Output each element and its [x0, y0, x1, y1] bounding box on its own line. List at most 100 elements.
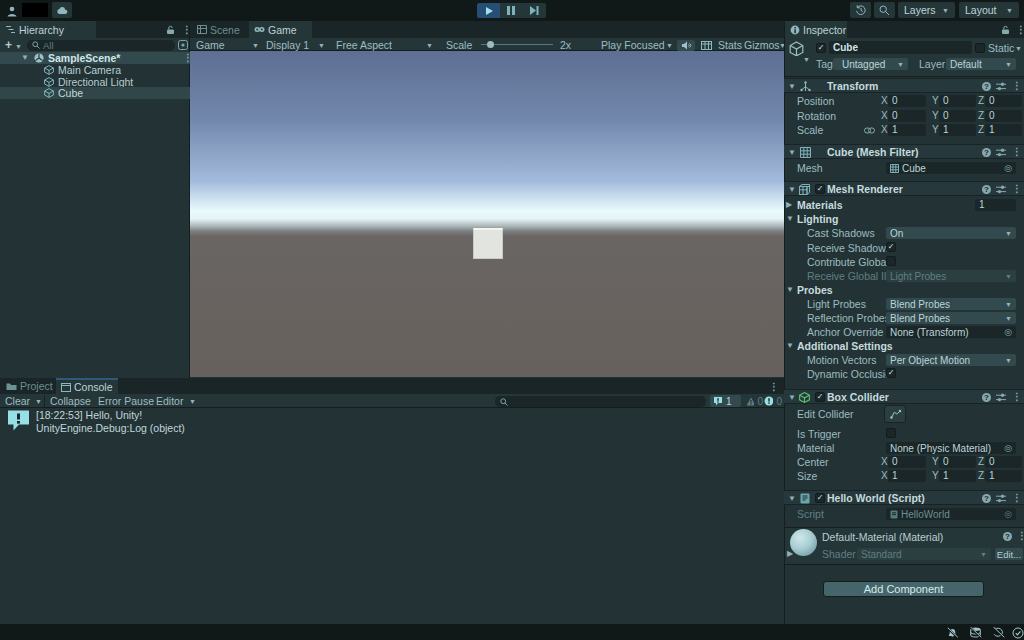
lighting-foldout[interactable]: Lighting: [797, 213, 838, 225]
rotation-x-field[interactable]: 0: [888, 110, 926, 122]
mesh-renderer-header[interactable]: ▼ ✓ Mesh Renderer ? ⋮: [784, 181, 1024, 196]
static-checkbox[interactable]: [975, 43, 985, 53]
presets-icon[interactable]: [996, 393, 1006, 402]
box-collider-enabled-checkbox[interactable]: ✓: [815, 392, 825, 402]
activity-check-icon[interactable]: [1012, 627, 1024, 639]
console-menu-icon[interactable]: ⋮: [769, 382, 779, 392]
play-button[interactable]: [477, 3, 500, 18]
gameobject-icon-chevron[interactable]: ▼: [803, 56, 810, 63]
account-button[interactable]: [4, 3, 20, 18]
presets-icon[interactable]: [996, 82, 1006, 91]
game-display-dropdown[interactable]: Game: [196, 39, 225, 51]
dynamic-occlusion-checkbox[interactable]: ✓: [886, 368, 896, 378]
object-picker-icon[interactable]: ◎: [1004, 164, 1012, 173]
scene-row[interactable]: ▼ SampleScene* ⋮: [0, 52, 190, 64]
mesh-object-field[interactable]: Cube ◎: [886, 162, 1016, 174]
center-z-field[interactable]: 0: [985, 456, 1022, 468]
help-icon[interactable]: ?: [982, 393, 991, 402]
aspect-dropdown[interactable]: Free Aspect: [336, 39, 392, 51]
mesh-filter-header[interactable]: ▼ Cube (Mesh Filter) ? ⋮: [784, 144, 1024, 159]
tab-hierarchy[interactable]: Hierarchy: [0, 21, 96, 38]
kebab-menu-icon[interactable]: ⋮: [1012, 184, 1022, 194]
tag-dropdown[interactable]: Untagged▼: [833, 58, 908, 70]
materials-foldout[interactable]: Materials: [797, 199, 843, 211]
mesh-renderer-enabled-checkbox[interactable]: ✓: [815, 184, 825, 194]
cast-shadows-dropdown[interactable]: On▼: [886, 227, 1016, 239]
kebab-menu-icon[interactable]: ⋮: [1012, 392, 1022, 402]
tab-game[interactable]: Game: [249, 21, 312, 38]
scale-y-field[interactable]: 1: [939, 124, 976, 136]
script-object-field[interactable]: HelloWorld ◎: [886, 508, 1016, 520]
layers-dropdown[interactable]: Layers▼: [898, 2, 955, 18]
step-button[interactable]: [522, 3, 546, 18]
display-target-dropdown[interactable]: Display 1: [266, 39, 309, 51]
object-picker-icon[interactable]: ◎: [1004, 444, 1012, 453]
kebab-menu-icon[interactable]: ⋮: [1012, 147, 1022, 157]
inspector-menu-icon[interactable]: ⋮: [1016, 25, 1024, 35]
size-x-field[interactable]: 1: [888, 470, 926, 482]
inspector-lock-icon[interactable]: [1001, 25, 1010, 35]
console-error-pause-button[interactable]: Error Pause: [98, 395, 154, 407]
cache-disabled-icon[interactable]: [969, 627, 982, 638]
rotation-z-field[interactable]: 0: [985, 110, 1022, 122]
hierarchy-add-button[interactable]: +: [5, 39, 12, 51]
script-enabled-checkbox[interactable]: ✓: [815, 493, 825, 503]
position-x-field[interactable]: 0: [888, 95, 926, 107]
hierarchy-item-cube[interactable]: Cube: [0, 87, 190, 99]
contribute-gi-checkbox[interactable]: [886, 256, 896, 266]
shader-edit-button[interactable]: Edit...: [995, 548, 1023, 560]
console-editor-dropdown[interactable]: Editor: [156, 395, 183, 407]
edit-collider-button[interactable]: [884, 405, 906, 423]
layer-dropdown[interactable]: Default▼: [946, 58, 1016, 70]
is-trigger-checkbox[interactable]: [886, 428, 896, 438]
console-collapse-button[interactable]: Collapse: [50, 395, 91, 407]
rotation-y-field[interactable]: 0: [939, 110, 976, 122]
kebab-menu-icon[interactable]: ⋮: [1012, 493, 1022, 503]
refresh-disabled-icon[interactable]: [992, 627, 1005, 638]
box-collider-header[interactable]: ▼ ✓ Box Collider ? ⋮: [784, 389, 1024, 404]
presets-icon[interactable]: [996, 494, 1006, 503]
center-y-field[interactable]: 0: [939, 456, 976, 468]
tab-scene[interactable]: Scene: [192, 21, 248, 38]
presets-icon[interactable]: [996, 185, 1006, 194]
gameobject-active-checkbox[interactable]: ✓: [816, 43, 826, 53]
console-error-toggle[interactable]: 0: [762, 395, 784, 407]
layout-dropdown[interactable]: Layout▼: [959, 2, 1019, 18]
shader-dropdown[interactable]: Standard▼: [857, 548, 991, 560]
help-icon[interactable]: ?: [982, 82, 991, 91]
scale-x-field[interactable]: 1: [888, 124, 926, 136]
console-search-input[interactable]: [495, 396, 706, 407]
console-info-toggle[interactable]: 1: [710, 395, 741, 407]
physic-material-field[interactable]: None (Physic Material)◎: [886, 442, 1016, 454]
probes-foldout[interactable]: Probes: [797, 284, 833, 296]
vsync-button[interactable]: [698, 40, 715, 51]
material-sphere-preview[interactable]: [790, 529, 817, 556]
center-x-field[interactable]: 0: [888, 456, 926, 468]
receive-shadows-checkbox[interactable]: ✓: [886, 242, 896, 252]
additional-settings-foldout[interactable]: Additional Settings: [797, 340, 893, 352]
script-header[interactable]: ▼ ✓ Hello World (Script) ? ⋮: [784, 490, 1024, 505]
tab-project[interactable]: Project: [1, 378, 54, 394]
gizmos-dropdown[interactable]: Gizmos: [744, 39, 780, 51]
tab-inspector[interactable]: Inspector: [785, 21, 847, 38]
anchor-override-field[interactable]: None (Transform)◎: [886, 326, 1016, 338]
light-probes-dropdown[interactable]: Blend Probes▼: [886, 298, 1016, 310]
motion-vectors-dropdown[interactable]: Per Object Motion▼: [886, 354, 1016, 366]
scale-z-field[interactable]: 1: [985, 124, 1022, 136]
reflection-probes-dropdown[interactable]: Blend Probes▼: [886, 312, 1016, 324]
undo-history-button[interactable]: [850, 2, 871, 18]
log-line-1[interactable]: [18:22:53] Hello, Unity!: [36, 409, 142, 421]
hierarchy-item-main-camera[interactable]: Main Camera: [0, 64, 190, 76]
cloud-button[interactable]: [52, 2, 72, 18]
help-icon[interactable]: ?: [982, 185, 991, 194]
kebab-menu-icon[interactable]: ⋮: [1017, 531, 1024, 541]
pause-button[interactable]: [500, 3, 522, 18]
help-icon[interactable]: ?: [982, 148, 991, 157]
size-z-field[interactable]: 1: [985, 470, 1022, 482]
object-picker-icon[interactable]: ◎: [1004, 510, 1012, 519]
position-z-field[interactable]: 0: [985, 95, 1022, 107]
help-icon[interactable]: ?: [1003, 532, 1012, 541]
tab-console[interactable]: Console: [56, 378, 118, 394]
mute-audio-button[interactable]: [677, 40, 695, 51]
hierarchy-search-input[interactable]: All: [27, 40, 175, 51]
